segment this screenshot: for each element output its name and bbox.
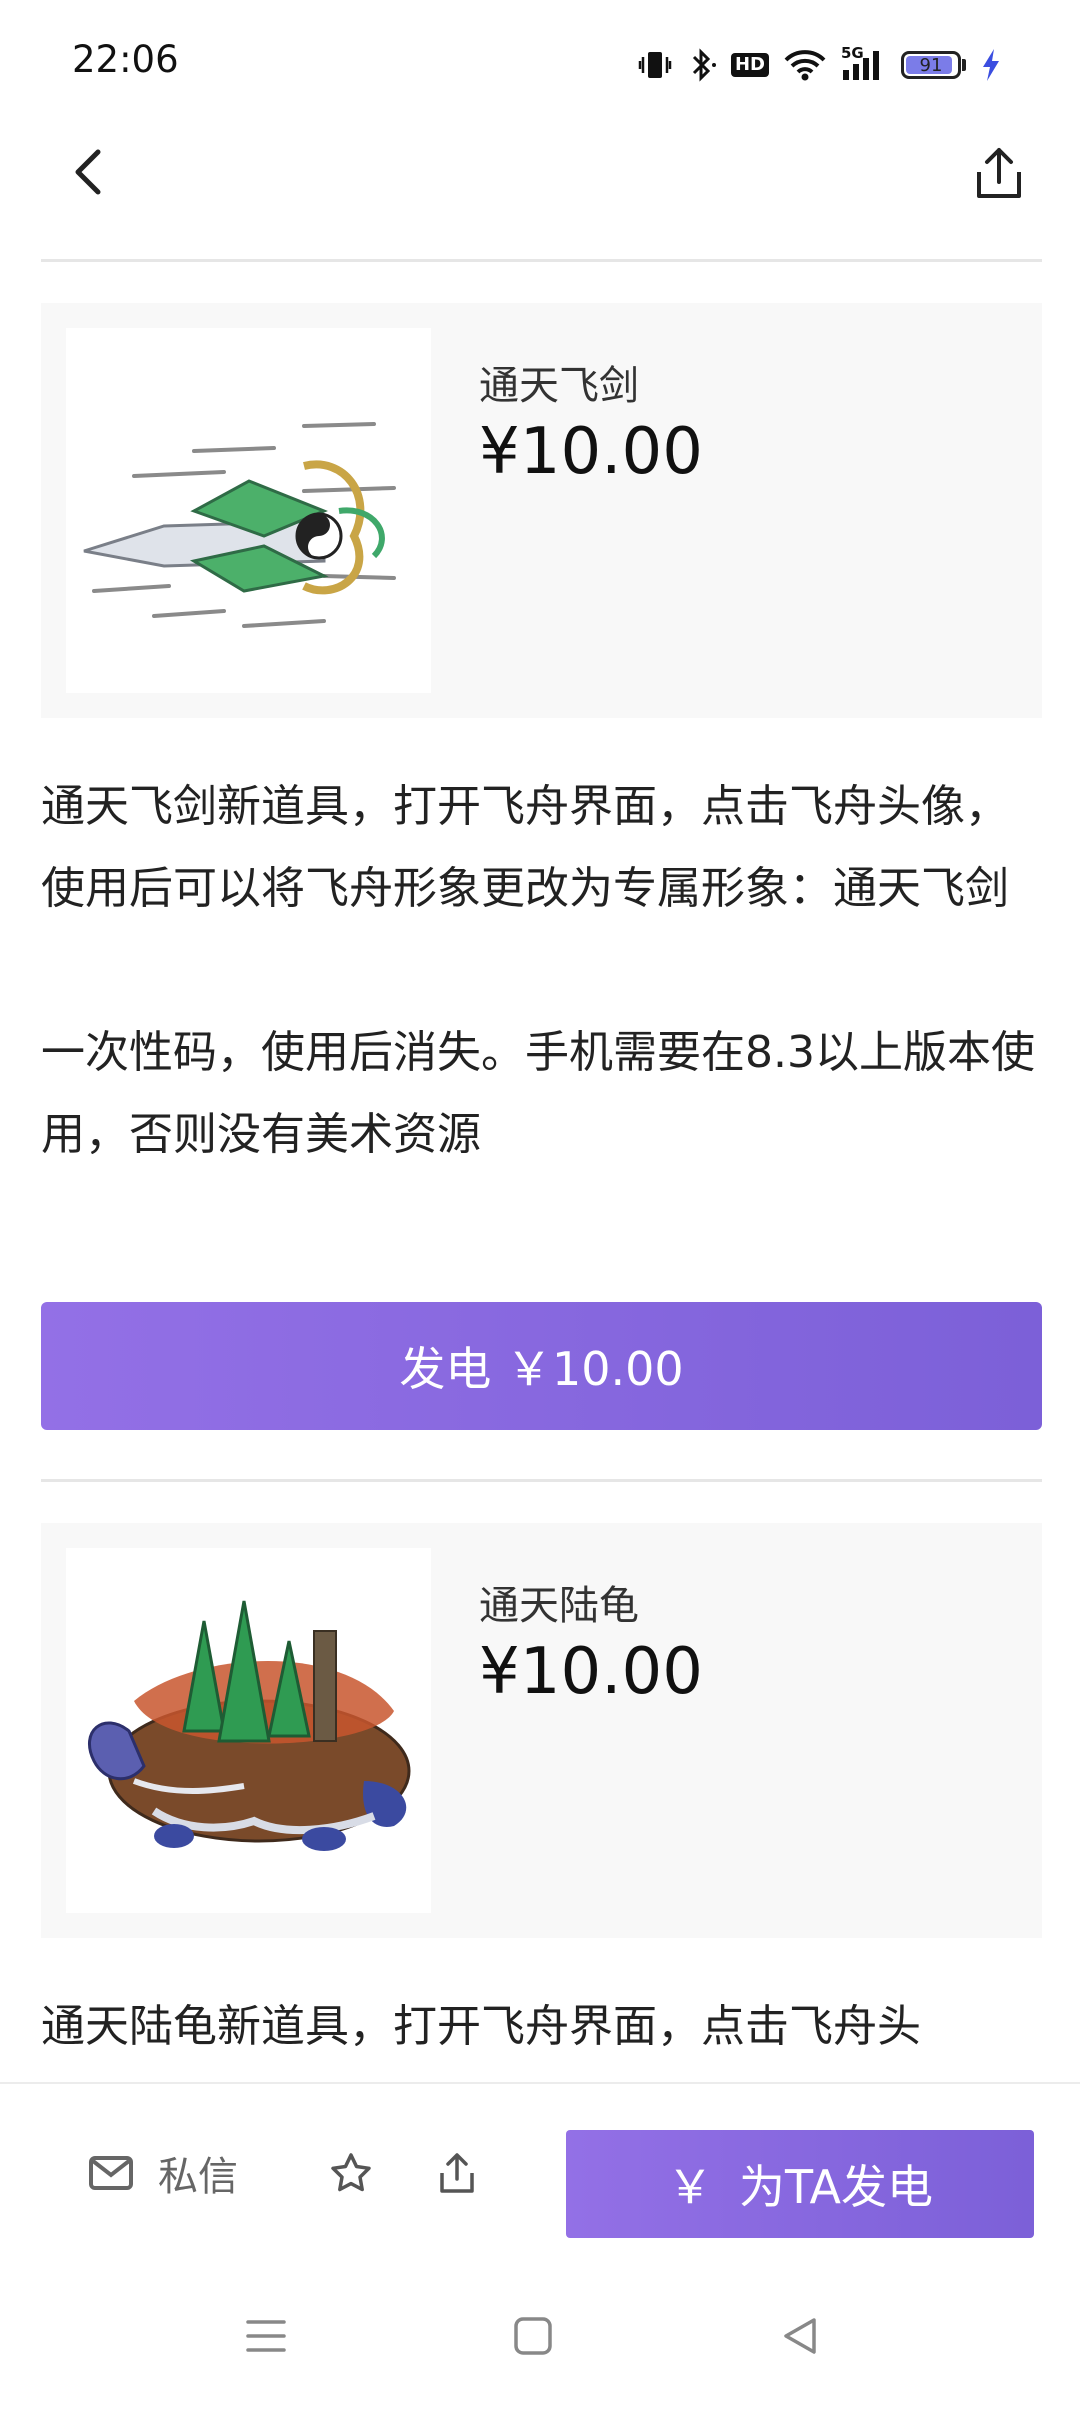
private-message-label: 私信 — [158, 2154, 238, 2200]
charge-label: 为TA发电 — [739, 2160, 933, 2214]
vibrate-icon — [637, 47, 673, 83]
back-triangle-icon — [784, 2318, 816, 2354]
product-description: 通天飞剑新道具，打开飞舟界面，点击飞舟头像，使用后可以将飞舟形象更改为专属形象：… — [41, 781, 1035, 1160]
network-type-label: 5G — [841, 44, 864, 62]
product-card[interactable]: 通天飞剑 ¥10.00 — [41, 303, 1042, 718]
share-icon — [440, 2153, 474, 2193]
sponsor-button[interactable]: 发电 ￥10.00 — [41, 1302, 1042, 1430]
status-icons: HD 5G 91 — [637, 42, 1002, 88]
signal-icon: 5G — [841, 44, 887, 82]
hd-badge: HD — [730, 53, 769, 77]
charging-icon — [980, 47, 1002, 83]
flying-sword-image — [83, 421, 396, 628]
system-navigation-bar — [0, 2252, 1080, 2414]
bottom-action-bar: 私信 ￥ 为TA发电 — [0, 2082, 1080, 2254]
home-button[interactable] — [503, 2306, 563, 2366]
back-arrow-icon — [75, 149, 101, 195]
star-icon — [331, 2153, 371, 2192]
back-nav-button[interactable] — [770, 2306, 830, 2366]
menu-button[interactable] — [236, 2306, 296, 2366]
battery-level: 91 — [919, 54, 943, 76]
private-message-button[interactable]: 私信 — [88, 2136, 238, 2210]
product-image-flying-sword — [66, 328, 431, 693]
product-image-land-turtle — [66, 1548, 431, 1913]
charge-for-ta-button[interactable]: ￥ 为TA发电 — [566, 2130, 1034, 2238]
status-bar: 22:06 HD 5G 91 — [0, 0, 1080, 120]
product-price: ¥10.00 — [479, 1635, 703, 1709]
product-name: 通天飞剑 — [479, 363, 639, 409]
product-name: 通天陆龟 — [479, 1583, 639, 1629]
product-divider — [41, 1479, 1042, 1482]
yen-icon: ￥ — [667, 2160, 713, 2214]
top-divider — [41, 259, 1042, 262]
mail-icon — [89, 2156, 133, 2190]
favorite-button[interactable] — [314, 2136, 388, 2210]
wifi-icon — [783, 48, 827, 82]
menu-icon — [246, 2320, 286, 2352]
battery-indicator: 91 — [901, 51, 966, 79]
status-time: 22:06 — [72, 38, 179, 81]
bluetooth-icon — [687, 47, 717, 83]
home-square-icon — [514, 2317, 552, 2355]
land-turtle-image — [87, 1600, 410, 1851]
product-price: ¥10.00 — [479, 415, 703, 489]
back-button[interactable] — [56, 140, 120, 204]
bottom-share-button[interactable] — [420, 2136, 494, 2210]
share-icon — [977, 148, 1021, 198]
share-button[interactable] — [964, 138, 1034, 208]
product-description: 通天陆龟新道具，打开飞舟界面，点击飞舟头 — [41, 2001, 921, 2052]
product-card[interactable]: 通天陆龟 ¥10.00 — [41, 1523, 1042, 1938]
nav-bar — [0, 120, 1080, 260]
